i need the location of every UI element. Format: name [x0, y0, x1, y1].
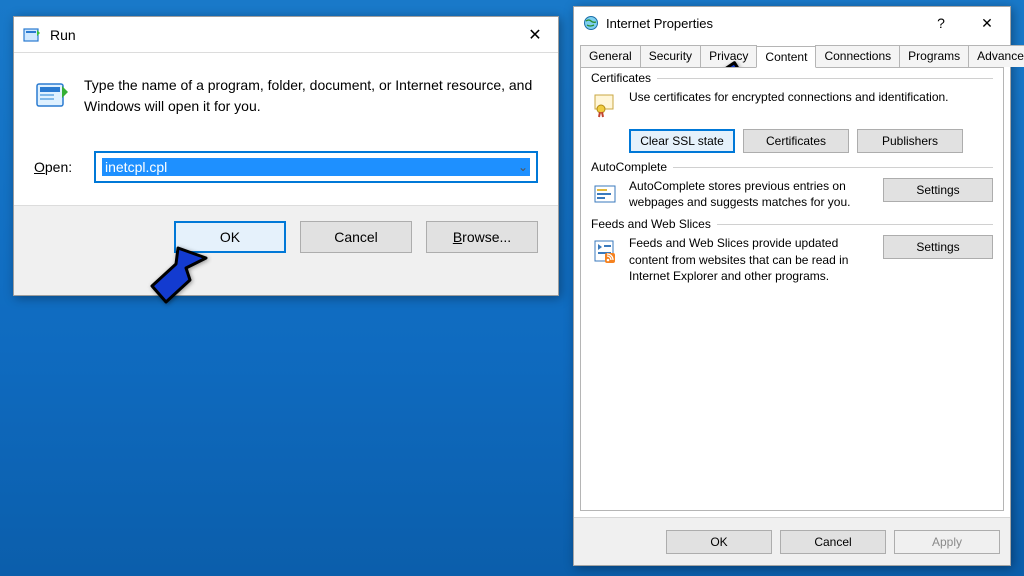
chevron-down-icon[interactable]: ⌄	[518, 160, 528, 174]
autocomplete-settings-button[interactable]: Settings	[883, 178, 993, 202]
run-body: Type the name of a program, folder, docu…	[14, 53, 558, 145]
feeds-text: Feeds and Web Slices provide updated con…	[629, 235, 873, 284]
open-input[interactable]	[102, 158, 530, 176]
help-icon: ?	[937, 15, 945, 31]
tab-programs[interactable]: Programs	[899, 45, 969, 67]
close-button[interactable]: ✕	[512, 17, 558, 53]
open-combobox[interactable]: ⌄	[94, 151, 538, 183]
browse-button[interactable]: Browse...	[426, 221, 538, 253]
run-large-icon	[34, 77, 70, 113]
close-button[interactable]: ✕	[964, 7, 1010, 39]
run-dialog: Run ✕ Type the name of a program, folder…	[13, 16, 559, 296]
publishers-button[interactable]: Publishers	[857, 129, 963, 153]
ok-button[interactable]: OK	[174, 221, 286, 253]
feeds-icon	[591, 237, 619, 265]
run-description: Type the name of a program, folder, docu…	[84, 75, 538, 117]
clear-ssl-state-button[interactable]: Clear SSL state	[629, 129, 735, 153]
globe-icon	[582, 14, 600, 32]
run-icon	[22, 25, 42, 45]
group-autocomplete-legend: AutoComplete	[591, 160, 673, 174]
run-button-row: OK Cancel Browse...	[14, 205, 558, 267]
tab-general[interactable]: General	[580, 45, 641, 67]
group-certificates: Certificates Use certificates for encryp…	[591, 78, 993, 153]
inet-titlebar[interactable]: Internet Properties ? ✕	[574, 7, 1010, 39]
internet-properties-dialog: Internet Properties ? ✕ General Security…	[573, 6, 1011, 566]
run-titlebar[interactable]: Run ✕	[14, 17, 558, 53]
tab-advanced[interactable]: Advanced	[968, 45, 1024, 67]
inet-content-page: Certificates Use certificates for encryp…	[580, 67, 1004, 511]
help-button[interactable]: ?	[918, 7, 964, 39]
inet-cancel-button[interactable]: Cancel	[780, 530, 886, 554]
inet-apply-button[interactable]: Apply	[894, 530, 1000, 554]
cancel-button[interactable]: Cancel	[300, 221, 412, 253]
close-icon: ✕	[981, 15, 993, 32]
group-feeds-legend: Feeds and Web Slices	[591, 217, 717, 231]
tab-privacy[interactable]: Privacy	[700, 45, 757, 67]
inet-ok-button[interactable]: OK	[666, 530, 772, 554]
certificate-icon	[591, 91, 619, 119]
feeds-settings-button[interactable]: Settings	[883, 235, 993, 259]
group-autocomplete: AutoComplete AutoComplete stores previou…	[591, 167, 993, 210]
group-feeds: Feeds and Web Slices Feeds and Web Slice…	[591, 224, 993, 284]
tab-security[interactable]: Security	[640, 45, 701, 67]
certificates-text: Use certificates for encrypted connectio…	[629, 89, 993, 105]
inet-tabs: General Security Privacy Content Connect…	[574, 45, 1010, 67]
run-open-row: Open: ⌄	[14, 145, 558, 205]
run-title: Run	[50, 27, 76, 43]
autocomplete-icon	[591, 180, 619, 208]
certificates-button[interactable]: Certificates	[743, 129, 849, 153]
inet-title: Internet Properties	[606, 16, 713, 31]
open-label: Open:	[34, 159, 80, 175]
inet-footer: OK Cancel Apply	[574, 517, 1010, 565]
group-certificates-legend: Certificates	[591, 71, 657, 85]
tab-content[interactable]: Content	[756, 46, 816, 68]
autocomplete-text: AutoComplete stores previous entries on …	[629, 178, 873, 210]
close-icon: ✕	[528, 25, 541, 45]
tab-connections[interactable]: Connections	[815, 45, 900, 67]
